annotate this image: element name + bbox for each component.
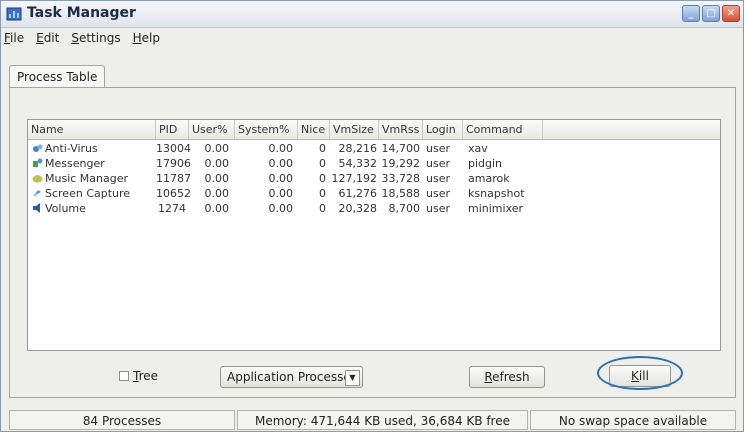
column-header-pid[interactable]: PID <box>156 120 189 139</box>
process-name-cell: Volume <box>32 201 86 216</box>
process-name-cell: Screen Capture <box>32 186 130 201</box>
column-header-login[interactable]: Login <box>423 120 463 139</box>
vmrss-cell: 8,700 <box>388 202 421 215</box>
maximize-button[interactable]: □ <box>702 5 720 22</box>
minimize-button[interactable]: _ <box>682 5 700 22</box>
menu-help[interactable]: Help <box>133 31 160 45</box>
login-cell: user <box>426 202 450 215</box>
menu-file[interactable]: File <box>4 31 24 45</box>
system-cell: 0.00 <box>268 142 294 155</box>
nice-cell: 0 <box>319 142 326 155</box>
column-header-nice[interactable]: Nice <box>298 120 330 139</box>
speaker-icon <box>33 203 40 213</box>
column-header-vmrss[interactable]: VmRss <box>379 120 423 139</box>
command-cell: minimixer <box>468 202 524 215</box>
status-swap: No swap space available <box>530 410 736 430</box>
column-header-system[interactable]: System% <box>235 120 298 139</box>
title-bar[interactable]: Task Manager _ □ ✕ <box>1 1 743 28</box>
table-row[interactable]: Music Manager 11787 0.00 0.00 0 127,192 … <box>28 171 720 186</box>
window-title: Task Manager <box>27 5 136 21</box>
nice-cell: 0 <box>319 172 326 185</box>
vmsize-cell: 54,332 <box>338 157 378 170</box>
messenger-icon <box>33 158 43 167</box>
process-name-cell: Music Manager <box>32 171 128 186</box>
column-header-filler <box>543 120 720 139</box>
process-filter-value: Application Processes <box>227 370 358 384</box>
vmsize-cell: 28,216 <box>338 142 378 155</box>
command-cell: xav <box>468 142 488 155</box>
status-bar: 84 Processes Memory: 471,644 KB used, 36… <box>9 410 736 430</box>
vmsize-cell: 61,276 <box>338 187 378 200</box>
vmrss-cell: 33,728 <box>381 172 421 185</box>
user-cell: 0.00 <box>204 142 230 155</box>
tree-checkbox-control[interactable]: Tree <box>119 369 158 383</box>
tab-process-table[interactable]: Process Table <box>9 65 106 88</box>
vmsize-cell: 127,192 <box>331 172 378 185</box>
status-processes: 84 Processes <box>9 410 235 430</box>
table-row[interactable]: Volume 1274 0.00 0.00 0 20,328 8,700 use… <box>28 201 720 216</box>
user-cell: 0.00 <box>204 157 230 170</box>
table-row[interactable]: Screen Capture 10652 0.00 0.00 0 61,276 … <box>28 186 720 201</box>
column-header-command[interactable]: Command <box>463 120 543 139</box>
system-cell: 0.00 <box>268 202 294 215</box>
process-name-cell: Messenger <box>32 156 105 171</box>
process-name-cell: Anti-Virus <box>32 141 98 156</box>
highlight-circle <box>597 356 683 390</box>
window-controls: _ □ ✕ <box>682 5 740 22</box>
login-cell: user <box>426 187 450 200</box>
antivirus-icon <box>33 144 43 152</box>
command-cell: amarok <box>468 172 510 185</box>
pid-cell: 11787 <box>156 172 191 185</box>
menu-bar: File Edit Settings Help <box>1 28 743 48</box>
system-cell: 0.00 <box>268 187 294 200</box>
task-manager-icon <box>6 7 22 21</box>
nice-cell: 0 <box>319 157 326 170</box>
process-table: Name PID User% System% Nice VmSize VmRss… <box>27 119 721 351</box>
vmsize-cell: 20,328 <box>338 202 378 215</box>
table-row[interactable]: Anti-Virus 13004 0.00 0.00 0 28,216 14,7… <box>28 141 720 156</box>
system-cell: 0.00 <box>268 172 294 185</box>
pid-cell: 17906 <box>156 157 191 170</box>
music-icon <box>32 175 43 183</box>
chevron-down-icon[interactable]: ▼ <box>345 370 360 386</box>
pid-cell: 1274 <box>158 202 186 215</box>
task-manager-window: Task Manager _ □ ✕ File Edit Settings He… <box>0 0 744 432</box>
status-memory: Memory: 471,644 KB used, 36,684 KB free <box>237 410 528 430</box>
command-cell: ksnapshot <box>468 187 525 200</box>
refresh-button[interactable]: Refresh <box>469 366 545 388</box>
menu-settings[interactable]: Settings <box>71 31 120 45</box>
command-cell: pidgin <box>468 157 503 170</box>
vmrss-cell: 14,700 <box>381 142 421 155</box>
user-cell: 0.00 <box>204 202 230 215</box>
pid-cell: 13004 <box>156 142 191 155</box>
tree-label: Tree <box>133 369 159 383</box>
login-cell: user <box>426 142 450 155</box>
table-header: Name PID User% System% Nice VmSize VmRss… <box>28 120 720 140</box>
user-cell: 0.00 <box>204 187 230 200</box>
user-cell: 0.00 <box>204 172 230 185</box>
column-header-user[interactable]: User% <box>189 120 235 139</box>
login-cell: user <box>426 172 450 185</box>
table-row[interactable]: Messenger 17906 0.00 0.00 0 54,332 19,29… <box>28 156 720 171</box>
vmrss-cell: 19,292 <box>381 157 421 170</box>
nice-cell: 0 <box>319 187 326 200</box>
pid-cell: 10652 <box>156 187 191 200</box>
login-cell: user <box>426 157 450 170</box>
process-filter-select[interactable]: Application Processes ▼ <box>220 366 363 388</box>
camera-icon <box>33 190 41 197</box>
system-cell: 0.00 <box>268 157 294 170</box>
tree-checkbox[interactable] <box>119 371 129 381</box>
menu-edit[interactable]: Edit <box>36 31 59 45</box>
nice-cell: 0 <box>319 202 326 215</box>
column-header-name[interactable]: Name <box>28 120 156 139</box>
vmrss-cell: 18,588 <box>381 187 421 200</box>
column-header-vmsize[interactable]: VmSize <box>330 120 379 139</box>
close-button[interactable]: ✕ <box>722 5 740 22</box>
